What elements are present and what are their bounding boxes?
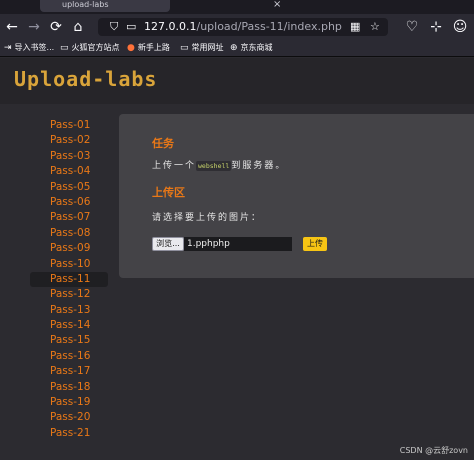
tab-title: upload-labs bbox=[62, 0, 109, 9]
upload-heading: 上传区 bbox=[152, 186, 185, 199]
pocket-icon[interactable]: ♡ bbox=[402, 14, 422, 40]
sidebar-item-pass-10[interactable]: Pass-10 bbox=[30, 257, 108, 272]
url-text[interactable]: 127.0.0.1/upload/Pass-11/index.php bbox=[144, 19, 342, 35]
sidebar-item-pass-01[interactable]: Pass-01 bbox=[30, 118, 108, 133]
shield-icon[interactable]: ⛉ bbox=[110, 19, 118, 35]
bookmarks-bar: ⇥ 导入书签... ▭ 火狐官方站点 ● 新手上路 ▭ 常用网址 ⊕ 京东商城 bbox=[0, 40, 474, 57]
page-info-icon[interactable]: ▭ bbox=[126, 19, 136, 35]
file-name-field[interactable]: 1.pphphp bbox=[184, 237, 292, 251]
back-icon[interactable]: ← bbox=[2, 14, 22, 40]
sidebar-item-pass-18[interactable]: Pass-18 bbox=[30, 380, 108, 395]
main-panel: 任务 上传一个 webshell 到服务器。 上传区 请选择要上传的图片： 浏览..… bbox=[119, 114, 474, 278]
sidebar-item-pass-14[interactable]: Pass-14 bbox=[30, 318, 108, 333]
sidebar-item-pass-20[interactable]: Pass-20 bbox=[30, 410, 108, 425]
home-icon[interactable]: ⌂ bbox=[68, 14, 88, 40]
sidebar-item-pass-07[interactable]: Pass-07 bbox=[30, 210, 108, 225]
import-icon: ⇥ bbox=[4, 43, 12, 53]
tab-close-icon[interactable]: × bbox=[273, 0, 281, 11]
sidebar-item-pass-12[interactable]: Pass-12 bbox=[30, 287, 108, 302]
webshell-code: webshell bbox=[196, 161, 232, 171]
watermark: CSDN @云舒zovn bbox=[399, 446, 468, 455]
sidebar-item-pass-02[interactable]: Pass-02 bbox=[30, 133, 108, 148]
sidebar-item-pass-16[interactable]: Pass-16 bbox=[30, 349, 108, 364]
qr-code-icon[interactable]: ▦ bbox=[350, 19, 360, 35]
site-logo[interactable]: Upload-labs bbox=[14, 65, 157, 93]
task-description: 上传一个 webshell 到服务器。 bbox=[152, 161, 287, 171]
folder-icon: ▭ bbox=[60, 43, 69, 53]
upload-button[interactable]: 上传 bbox=[303, 237, 327, 251]
browser-toolbar: ← → ⟳ ⌂ ⛉ ▭ 127.0.0.1/upload/Pass-11/ind… bbox=[0, 14, 474, 40]
bookmark-star-icon[interactable]: ☆ bbox=[370, 19, 380, 35]
bookmark-common-sites[interactable]: ▭ 常用网址 bbox=[180, 41, 224, 55]
sidebar-item-pass-06[interactable]: Pass-06 bbox=[30, 195, 108, 210]
sidebar-item-pass-13[interactable]: Pass-13 bbox=[30, 303, 108, 318]
screenshot-icon[interactable]: ⊹ bbox=[426, 14, 446, 40]
sidebar-item-pass-15[interactable]: Pass-15 bbox=[30, 333, 108, 348]
sidebar-item-pass-08[interactable]: Pass-08 bbox=[30, 226, 108, 241]
bookmark-firefox-site[interactable]: ▭ 火狐官方站点 bbox=[60, 41, 120, 55]
url-bar[interactable]: ⛉ ▭ 127.0.0.1/upload/Pass-11/index.php ▦… bbox=[98, 18, 388, 36]
sidebar-nav: Pass-01 Pass-02 Pass-03 Pass-04 Pass-05 Pass-… bbox=[30, 118, 108, 441]
forward-icon[interactable]: → bbox=[24, 14, 44, 40]
bookmark-getting-started[interactable]: ● 新手上路 bbox=[127, 41, 170, 55]
folder-icon: ▭ bbox=[180, 43, 189, 53]
task-heading: 任务 bbox=[152, 137, 174, 150]
bookmark-jd[interactable]: ⊕ 京东商城 bbox=[230, 41, 273, 55]
sidebar-item-pass-17[interactable]: Pass-17 bbox=[30, 364, 108, 379]
bookmark-import[interactable]: ⇥ 导入书签... bbox=[4, 41, 54, 55]
globe-icon: ⊕ bbox=[230, 43, 238, 53]
page-content: Upload-labs Pass-01 Pass-02 Pass-03 Pass-04… bbox=[0, 58, 474, 460]
choose-file-label: 请选择要上传的图片： bbox=[152, 213, 263, 223]
sidebar-item-pass-05[interactable]: Pass-05 bbox=[30, 180, 108, 195]
sidebar-item-pass-04[interactable]: Pass-04 bbox=[30, 164, 108, 179]
sidebar-item-pass-03[interactable]: Pass-03 bbox=[30, 149, 108, 164]
site-header: Upload-labs bbox=[0, 58, 474, 104]
reload-icon[interactable]: ⟳ bbox=[46, 14, 66, 40]
browse-button[interactable]: 浏览... bbox=[152, 237, 184, 251]
sidebar-item-pass-11[interactable]: Pass-11 bbox=[30, 271, 108, 288]
sidebar-item-pass-21[interactable]: Pass-21 bbox=[30, 426, 108, 441]
firefox-icon: ● bbox=[127, 43, 135, 53]
sidebar-item-pass-19[interactable]: Pass-19 bbox=[30, 395, 108, 410]
account-icon[interactable]: ☺ bbox=[450, 14, 470, 40]
tab-strip: upload-labs × bbox=[0, 0, 474, 14]
sidebar-item-pass-09[interactable]: Pass-09 bbox=[30, 241, 108, 256]
